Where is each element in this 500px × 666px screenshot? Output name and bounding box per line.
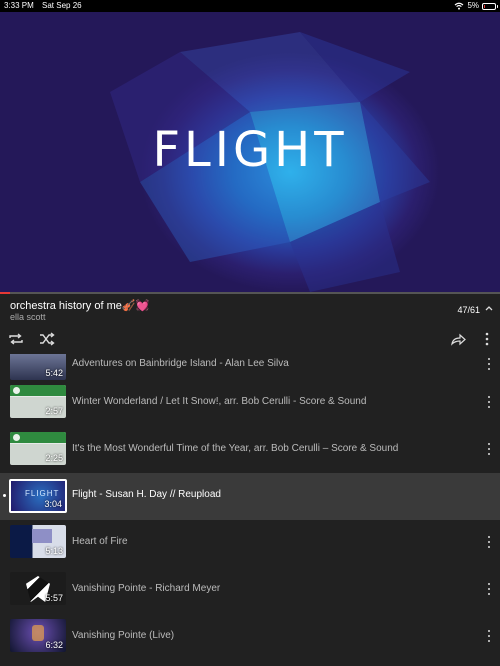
video-thumbnail: FLIGHT 3:04 [9,479,67,513]
video-title: Adventures on Bainbridge Island - Alan L… [72,358,289,369]
thumbnail-text: FLIGHT [25,489,60,498]
playlist-item[interactable]: 6:32 Vanishing Pointe (Live) [0,614,500,661]
video-thumbnail: 5:57 [10,572,66,605]
video-duration: 5:42 [45,368,63,378]
playlist-position: 47/61 [457,305,480,315]
playlist-header: orchestra history of me🎻💓 ella scott 47/… [0,294,500,354]
playlist-owner[interactable]: ella scott [10,312,46,322]
video-duration: 2:57 [45,406,63,416]
playlist-title: orchestra history of me🎻💓 [10,300,150,312]
more-vertical-icon[interactable] [486,357,492,371]
video-thumbnail: 5:42 [10,354,66,380]
video-duration: 5:13 [45,546,63,556]
playlist-item[interactable]: 2:57 Winter Wonderland / Let It Snow!, a… [0,380,500,427]
repeat-icon[interactable] [8,332,24,346]
now-playing-indicator [3,494,6,497]
more-vertical-icon[interactable] [486,535,492,549]
more-vertical-icon[interactable] [486,442,492,456]
video-thumbnail: 6:32 [10,619,66,652]
more-vertical-icon[interactable] [486,582,492,596]
video-title: Flight - Susan H. Day // Reupload [72,489,221,500]
video-duration: 2:25 [45,453,63,463]
playlist-items: 5:42 Adventures on Bainbridge Island - A… [0,354,500,666]
more-vertical-icon[interactable] [486,629,492,643]
status-date: Sat Sep 26 [42,1,82,10]
wifi-icon [455,2,464,10]
battery-icon [482,2,498,10]
battery-percent: 5% [467,1,479,10]
playlist-item[interactable]: 5:13 Heart of Fire [0,520,500,567]
video-title: Winter Wonderland / Let It Snow!, arr. B… [72,396,367,407]
share-icon[interactable] [450,332,466,346]
shuffle-icon[interactable] [39,332,55,346]
playlist-item[interactable]: 5:57 Vanishing Pointe - Richard Meyer [0,567,500,614]
video-duration: 5:57 [45,593,63,603]
video-title: Vanishing Pointe - Richard Meyer [72,583,221,594]
video-thumbnail: 2:57 [10,385,66,418]
playlist-item-now-playing[interactable]: FLIGHT 3:04 Flight - Susan H. Day // Reu… [0,473,500,520]
status-time: 3:33 PM [4,1,34,10]
video-duration: 6:32 [45,640,63,650]
video-player[interactable]: FLIGHT [0,12,500,292]
more-vertical-icon[interactable] [486,395,492,409]
battery-fill [484,4,485,8]
playlist-item[interactable]: 2:25 It's the Most Wonderful Time of the… [0,427,500,474]
more-vertical-icon[interactable] [484,332,490,346]
video-thumbnail: 2:25 [10,432,66,465]
video-title: It's the Most Wonderful Time of the Year… [72,443,399,454]
video-title: Vanishing Pointe (Live) [72,630,175,641]
video-title: Heart of Fire [72,536,128,547]
video-duration: 3:04 [44,499,62,509]
video-thumbnail: 5:13 [10,525,66,558]
chevron-up-icon[interactable] [484,304,494,312]
status-bar: 3:33 PM Sat Sep 26 5% [0,0,500,12]
video-title-overlay: FLIGHT [152,122,348,178]
